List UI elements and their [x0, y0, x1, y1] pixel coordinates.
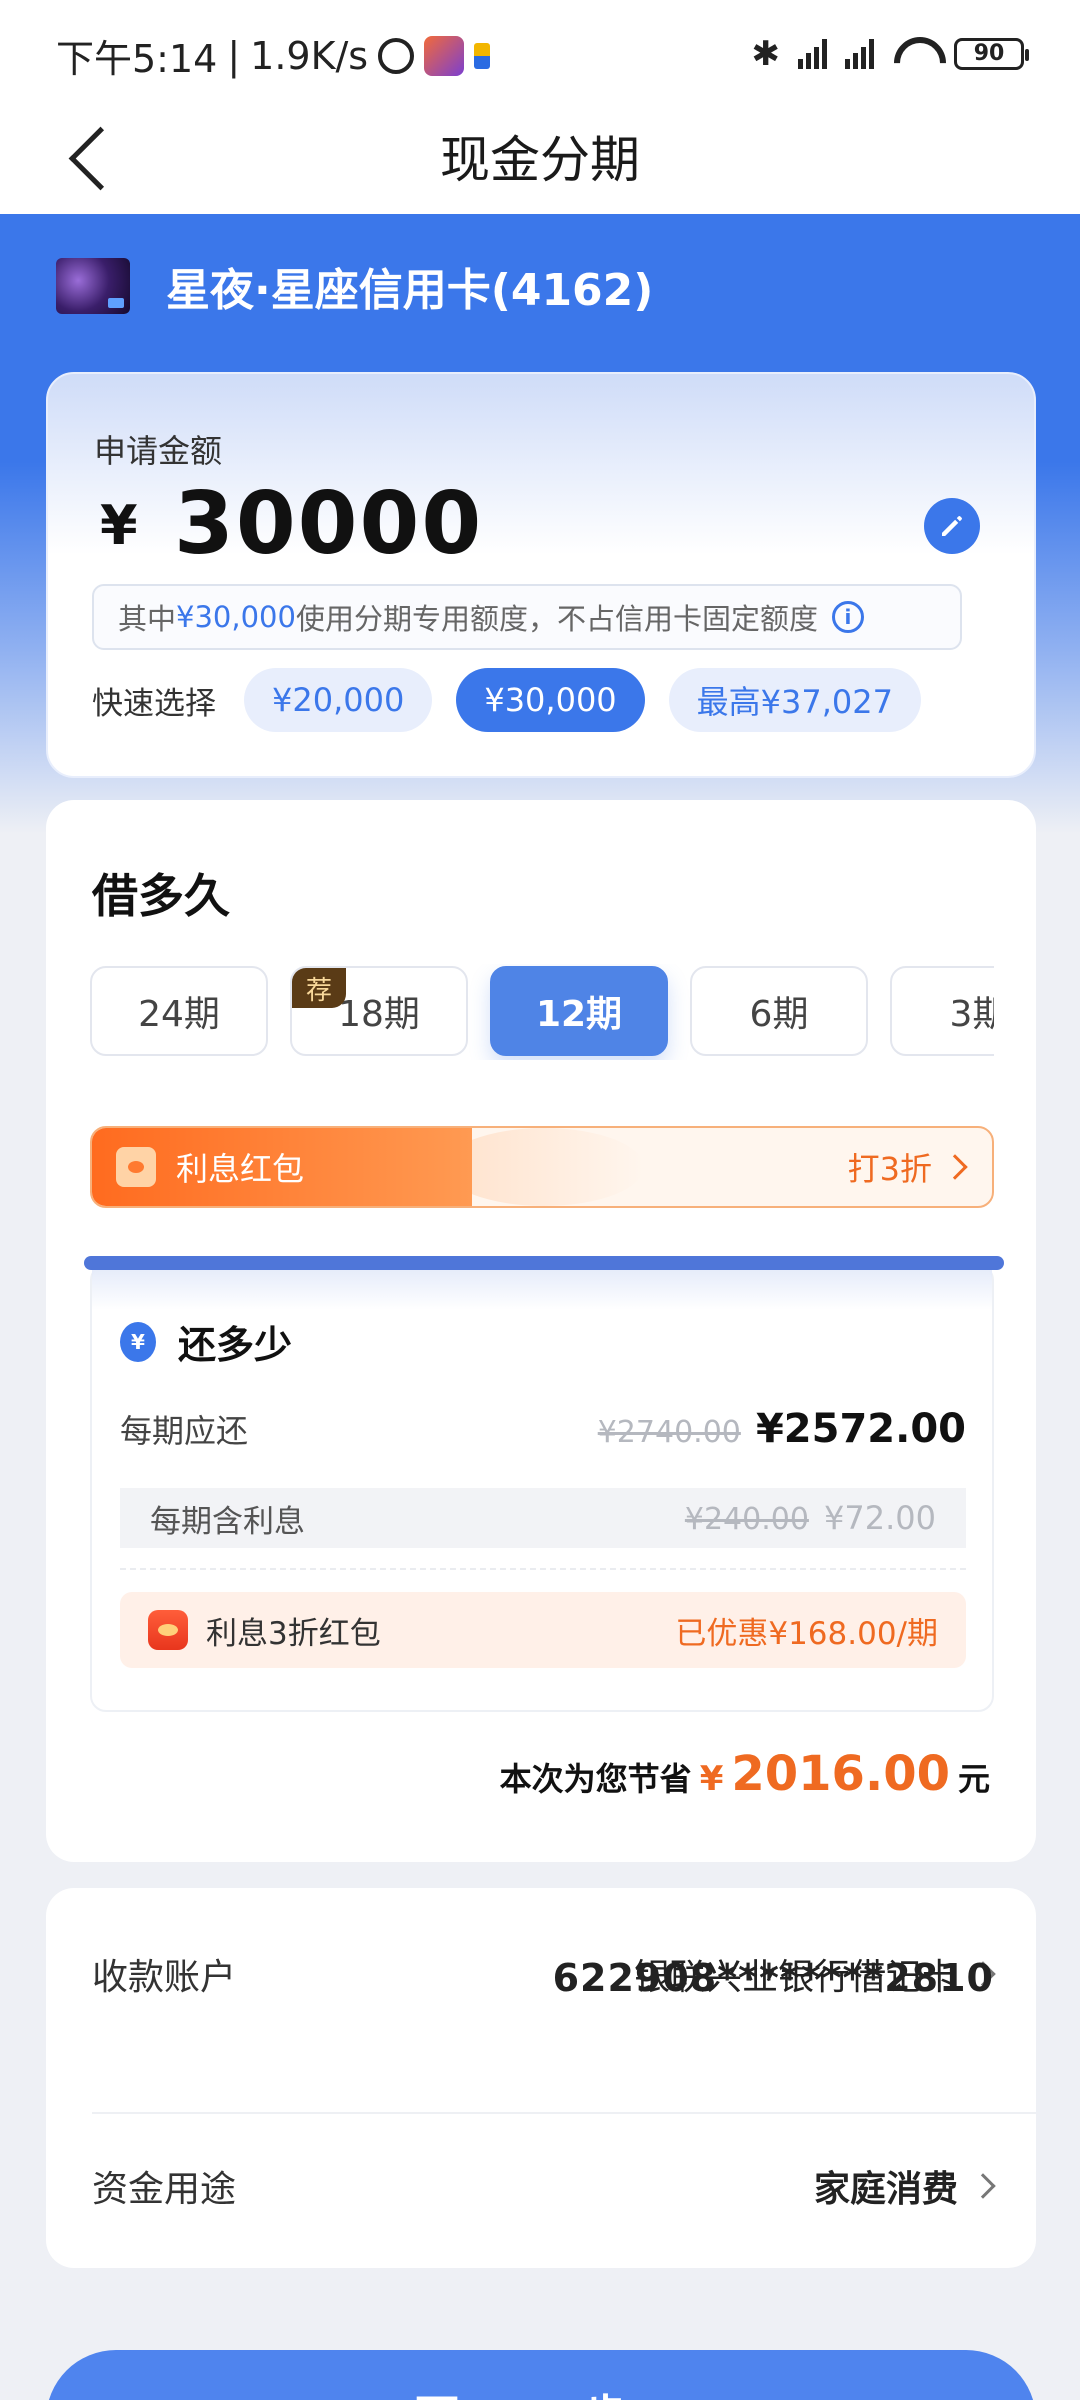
app-notification-icon [424, 35, 465, 76]
interest-original: ¥240.00 [684, 1502, 809, 1537]
coupon-action: 打3折 [847, 1128, 968, 1206]
period-label: 3期 [949, 994, 994, 1035]
period-option-12[interactable]: 12期 [490, 966, 668, 1056]
period-label: 18期 [338, 994, 420, 1035]
quick-select-label: 快速选择 [92, 685, 216, 722]
red-packet-icon [116, 1147, 156, 1187]
per-period-value: ¥2572.00 [755, 1406, 966, 1452]
account-card: 收款账户 银联兴业银行借记卡 622908********2810 资金用途 家… [46, 1888, 1036, 2268]
currency-symbol: ¥ [100, 494, 138, 557]
quota-note-prefix: 其中 [118, 602, 177, 636]
per-period-original: ¥2740.00 [597, 1415, 741, 1450]
quick-select-row: 快速选择 ¥20,000 ¥30,000 最高¥37,027 [92, 668, 921, 732]
period-selector: 24期 荐 18期 12期 6期 3期 [90, 964, 994, 1060]
status-separator: | [227, 33, 241, 78]
savings-label: 本次为您节省 [499, 1760, 692, 1798]
divider [92, 2112, 1036, 2114]
repay-top-line [84, 1256, 1004, 1270]
repay-header: ¥ 还多少 [120, 1314, 292, 1369]
savings-currency: ¥ [699, 1759, 724, 1799]
quota-note-suffix: 使用分期专用额度，不占信用卡固定额度 [295, 602, 818, 636]
receiving-account-label: 收款账户 [92, 1957, 237, 1998]
repay-top-shade [92, 1270, 992, 1310]
interest-values: ¥240.00 ¥72.00 [685, 1499, 936, 1537]
battery-icon: 90 [954, 38, 1029, 70]
quick-chip-max[interactable]: 最高¥37,027 [668, 668, 921, 732]
signal-icon-2 [845, 39, 874, 69]
coupon-label: 利息红包 [176, 1150, 305, 1188]
pencil-icon [942, 516, 962, 536]
period-option-3[interactable]: 3期 [890, 966, 994, 1056]
savings-summary: 本次为您节省 ¥ 2016.00 元 [500, 1746, 990, 1802]
savings-unit: 元 [957, 1760, 990, 1798]
coupon-left: 利息红包 [92, 1128, 472, 1206]
per-period-values: ¥2740.00 ¥2572.00 [598, 1406, 966, 1452]
account-number: 622908********2810 [552, 1956, 994, 2000]
chevron-right-icon [970, 2173, 996, 2199]
recommended-badge: 荐 [292, 968, 346, 1008]
card-name: 星夜·星座信用卡(4162) [166, 265, 654, 316]
credit-card-thumbnail [56, 258, 130, 314]
interest-label: 每期含利息 [150, 1503, 305, 1540]
repayment-box: ¥ 还多少 每期应还 ¥2740.00 ¥2572.00 每期含利息 ¥240.… [84, 1256, 1004, 1712]
card-info: 星夜·星座信用卡(4162) [56, 254, 653, 318]
edit-amount-button[interactable] [924, 498, 980, 554]
fund-purpose-label: 资金用途 [92, 2169, 237, 2210]
status-bar: 下午5:14 | 1.9K/s ✱ 90 [0, 0, 1080, 110]
period-option-18[interactable]: 荐 18期 [290, 966, 468, 1056]
discount-row: 利息3折红包 已优惠¥168.00/期 [120, 1592, 966, 1668]
term-card: 借多久 24期 荐 18期 12期 6期 3期 利息红包 打3折 ¥ 还多少 每… [46, 800, 1036, 1862]
info-icon[interactable]: i [831, 601, 864, 633]
savings-value: 2016.00 [731, 1746, 950, 1802]
interest-value: ¥72.00 [824, 1499, 936, 1537]
period-label: 6期 [749, 994, 809, 1035]
status-right: ✱ 90 [751, 34, 1029, 74]
amount-value[interactable]: 30000 [174, 474, 483, 574]
page-title: 现金分期 [440, 131, 640, 189]
next-step-button[interactable]: 下一步 [46, 2350, 1036, 2400]
status-left: 下午5:14 | 1.9K/s [56, 28, 491, 83]
quota-note: 其中 ¥30,000 使用分期专用额度，不占信用卡固定额度 i [92, 584, 962, 650]
quick-chip-20000[interactable]: ¥20,000 [244, 668, 433, 732]
per-period-label: 每期应还 [120, 1412, 249, 1450]
coupon-fade [444, 1128, 644, 1206]
chevron-right-icon [942, 1154, 968, 1180]
quick-chip-30000[interactable]: ¥30,000 [456, 668, 645, 732]
period-option-6[interactable]: 6期 [690, 966, 868, 1056]
signal-icon [798, 39, 827, 69]
divider [120, 1568, 966, 1570]
discount-label: 利息3折红包 [206, 1615, 381, 1652]
nav-bar: 现金分期 [0, 110, 1080, 214]
fund-purpose-value: 家庭消费 [813, 2169, 958, 2210]
period-label: 12期 [535, 994, 623, 1035]
bluetooth-icon: ✱ [751, 34, 781, 74]
interest-coupon-bar[interactable]: 利息红包 打3折 [90, 1126, 994, 1208]
wifi-icon [892, 37, 936, 71]
discount-left: 利息3折红包 [148, 1608, 381, 1653]
repay-title: 还多少 [178, 1323, 293, 1367]
quota-note-amount: ¥30,000 [176, 600, 296, 634]
amount-card: 申请金额 ¥ 30000 其中 ¥30,000 使用分期专用额度，不占信用卡固定… [46, 372, 1036, 778]
status-time: 下午5:14 [56, 37, 218, 81]
interest-row: 每期含利息 ¥240.00 ¥72.00 [120, 1488, 966, 1548]
term-title: 借多久 [92, 869, 230, 923]
app-notification-icon-2 [474, 42, 491, 69]
fund-purpose: 家庭消费 [813, 2160, 996, 2212]
period-option-24[interactable]: 24期 [90, 966, 268, 1056]
discount-value: 已优惠¥168.00/期 [675, 1615, 938, 1652]
amount-label: 申请金额 [94, 432, 223, 470]
network-speed: 1.9K/s [250, 33, 369, 78]
money-bag-icon: ¥ [120, 1321, 156, 1362]
fund-purpose-row[interactable]: 资金用途 家庭消费 [92, 2160, 996, 2212]
period-label: 24期 [138, 994, 220, 1035]
alarm-icon [378, 37, 415, 74]
red-packet-icon [148, 1610, 188, 1650]
per-period-row: 每期应还 ¥2740.00 ¥2572.00 [120, 1406, 966, 1452]
coupon-action-label: 打3折 [847, 1150, 932, 1188]
